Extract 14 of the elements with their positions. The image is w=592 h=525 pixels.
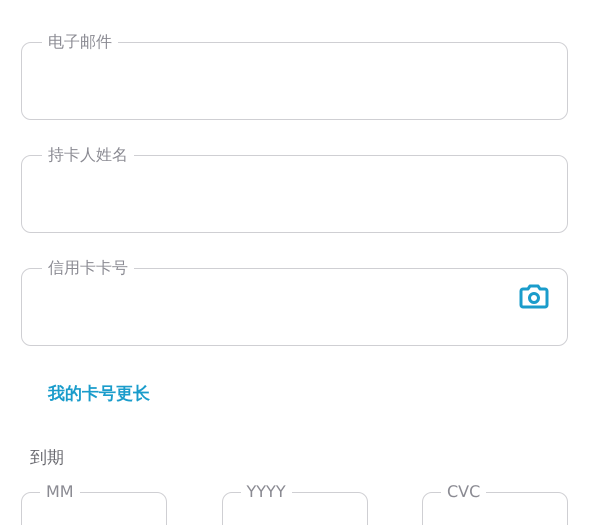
section-label: 到期 (30, 447, 64, 469)
field-label: 电子邮件 (47, 33, 113, 51)
field-label: CVC (446, 483, 482, 501)
link[interactable]: 我的卡号更长 (48, 383, 150, 405)
field-label: YYYY (246, 483, 287, 501)
input-field[interactable]: MM (21, 483, 167, 525)
input-field[interactable]: 电子邮件 (21, 33, 568, 120)
input-field[interactable]: YYYY (222, 483, 368, 525)
input-field[interactable]: 持卡人姓名 (21, 146, 568, 233)
input-field[interactable]: CVC (422, 483, 568, 525)
field-label: 持卡人姓名 (47, 146, 129, 164)
field-label: MM (45, 483, 75, 501)
input-field[interactable]: 信用卡卡号 (21, 259, 568, 346)
field-label: 信用卡卡号 (47, 259, 129, 277)
